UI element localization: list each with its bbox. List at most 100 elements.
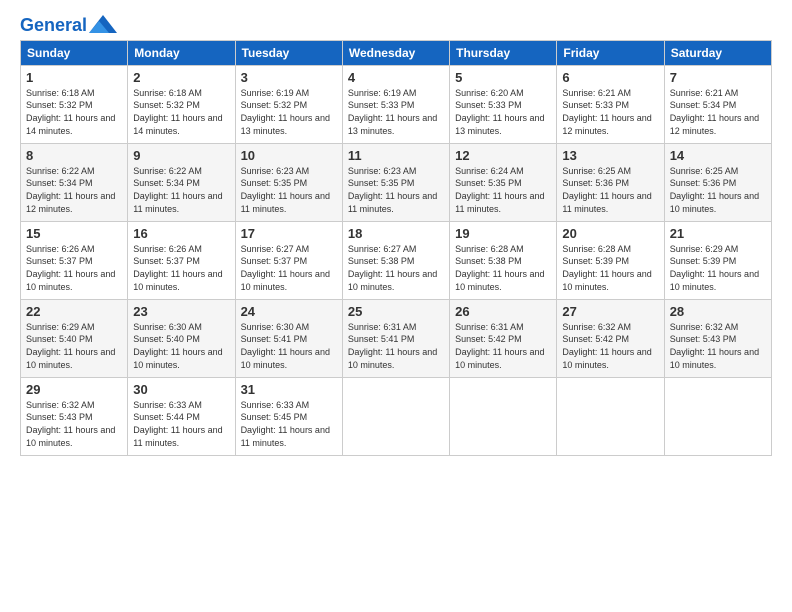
page: General SundayMondayTuesdayWednesdayThur… [0, 0, 792, 612]
day-number: 19 [455, 226, 551, 241]
calendar-week-row: 1Sunrise: 6:18 AMSunset: 5:32 PMDaylight… [21, 65, 772, 143]
day-number: 8 [26, 148, 122, 163]
calendar-cell: 20Sunrise: 6:28 AMSunset: 5:39 PMDayligh… [557, 221, 664, 299]
day-number: 29 [26, 382, 122, 397]
calendar-cell: 9 Sunrise: 6:22 AMSunset: 5:34 PMDaylight… [128, 143, 235, 221]
calendar-cell [342, 377, 449, 455]
calendar-cell: 24 Sunrise: 6:30 AMSunset: 5:41 PMDayligh… [235, 299, 342, 377]
calendar-week-row: 22 Sunrise: 6:29 AMSunset: 5:40 PMDayligh… [21, 299, 772, 377]
cell-text: Sunrise: 6:29 AMSunset: 5:39 PMDaylight:… [670, 244, 759, 292]
cell-text: Sunrise: 6:28 AMSunset: 5:38 PMDaylight:… [455, 244, 544, 292]
calendar-header-saturday: Saturday [664, 40, 771, 65]
calendar-cell: 26Sunrise: 6:31 AMSunset: 5:42 PMDayligh… [450, 299, 557, 377]
calendar-cell: 15 Sunrise: 6:26 AMSunset: 5:37 PMDayligh… [21, 221, 128, 299]
day-number: 3 [241, 70, 337, 85]
cell-text: Sunrise: 6:22 AMSunset: 5:34 PMDaylight:… [26, 166, 115, 214]
calendar-cell: 27 Sunrise: 6:32 AMSunset: 5:42 PMDayligh… [557, 299, 664, 377]
cell-text: Sunrise: 6:31 AMSunset: 5:42 PMDaylight:… [455, 322, 544, 370]
calendar-cell [664, 377, 771, 455]
cell-text: Sunrise: 6:33 AMSunset: 5:45 PMDaylight:… [241, 400, 330, 448]
calendar-cell: 19 Sunrise: 6:28 AMSunset: 5:38 PMDayligh… [450, 221, 557, 299]
calendar-header-wednesday: Wednesday [342, 40, 449, 65]
day-number: 23 [133, 304, 229, 319]
cell-text: Sunrise: 6:18 AMSunset: 5:32 PMDaylight:… [133, 88, 222, 136]
day-number: 27 [562, 304, 658, 319]
day-number: 10 [241, 148, 337, 163]
calendar-cell: 2 Sunrise: 6:18 AMSunset: 5:32 PMDaylight… [128, 65, 235, 143]
day-number: 6 [562, 70, 658, 85]
calendar-table: SundayMondayTuesdayWednesdayThursdayFrid… [20, 40, 772, 456]
day-number: 17 [241, 226, 337, 241]
calendar-week-row: 15 Sunrise: 6:26 AMSunset: 5:37 PMDayligh… [21, 221, 772, 299]
day-number: 9 [133, 148, 229, 163]
cell-text: Sunrise: 6:31 AMSunset: 5:41 PMDaylight:… [348, 322, 437, 370]
calendar-header-thursday: Thursday [450, 40, 557, 65]
cell-text: Sunrise: 6:27 AMSunset: 5:38 PMDaylight:… [348, 244, 437, 292]
cell-text: Sunrise: 6:23 AMSunset: 5:35 PMDaylight:… [348, 166, 437, 214]
calendar-week-row: 8 Sunrise: 6:22 AMSunset: 5:34 PMDaylight… [21, 143, 772, 221]
cell-text: Sunrise: 6:25 AMSunset: 5:36 PMDaylight:… [670, 166, 759, 214]
day-number: 2 [133, 70, 229, 85]
day-number: 15 [26, 226, 122, 241]
cell-text: Sunrise: 6:32 AMSunset: 5:43 PMDaylight:… [670, 322, 759, 370]
day-number: 25 [348, 304, 444, 319]
cell-text: Sunrise: 6:22 AMSunset: 5:34 PMDaylight:… [133, 166, 222, 214]
calendar-cell: 25 Sunrise: 6:31 AMSunset: 5:41 PMDayligh… [342, 299, 449, 377]
calendar-week-row: 29 Sunrise: 6:32 AMSunset: 5:43 PMDayligh… [21, 377, 772, 455]
calendar-cell: 30 Sunrise: 6:33 AMSunset: 5:44 PMDayligh… [128, 377, 235, 455]
calendar-header-row: SundayMondayTuesdayWednesdayThursdayFrid… [21, 40, 772, 65]
cell-text: Sunrise: 6:30 AMSunset: 5:41 PMDaylight:… [241, 322, 330, 370]
cell-text: Sunrise: 6:33 AMSunset: 5:44 PMDaylight:… [133, 400, 222, 448]
logo-icon [89, 15, 117, 33]
calendar-cell: 8 Sunrise: 6:22 AMSunset: 5:34 PMDaylight… [21, 143, 128, 221]
calendar-cell [557, 377, 664, 455]
calendar-header-friday: Friday [557, 40, 664, 65]
cell-text: Sunrise: 6:23 AMSunset: 5:35 PMDaylight:… [241, 166, 330, 214]
cell-text: Sunrise: 6:26 AMSunset: 5:37 PMDaylight:… [26, 244, 115, 292]
day-number: 24 [241, 304, 337, 319]
calendar-cell: 29 Sunrise: 6:32 AMSunset: 5:43 PMDayligh… [21, 377, 128, 455]
day-number: 11 [348, 148, 444, 163]
cell-text: Sunrise: 6:26 AMSunset: 5:37 PMDaylight:… [133, 244, 222, 292]
day-number: 18 [348, 226, 444, 241]
calendar-cell: 22 Sunrise: 6:29 AMSunset: 5:40 PMDayligh… [21, 299, 128, 377]
cell-text: Sunrise: 6:27 AMSunset: 5:37 PMDaylight:… [241, 244, 330, 292]
header: General [20, 16, 772, 32]
cell-text: Sunrise: 6:29 AMSunset: 5:40 PMDaylight:… [26, 322, 115, 370]
day-number: 7 [670, 70, 766, 85]
day-number: 16 [133, 226, 229, 241]
cell-text: Sunrise: 6:19 AMSunset: 5:32 PMDaylight:… [241, 88, 330, 136]
calendar-cell: 4 Sunrise: 6:19 AMSunset: 5:33 PMDaylight… [342, 65, 449, 143]
cell-text: Sunrise: 6:32 AMSunset: 5:43 PMDaylight:… [26, 400, 115, 448]
day-number: 13 [562, 148, 658, 163]
day-number: 14 [670, 148, 766, 163]
calendar-cell: 10 Sunrise: 6:23 AMSunset: 5:35 PMDayligh… [235, 143, 342, 221]
calendar-header-tuesday: Tuesday [235, 40, 342, 65]
cell-text: Sunrise: 6:18 AMSunset: 5:32 PMDaylight:… [26, 88, 115, 136]
day-number: 20 [562, 226, 658, 241]
cell-text: Sunrise: 6:21 AMSunset: 5:33 PMDaylight:… [562, 88, 651, 136]
calendar-cell: 31Sunrise: 6:33 AMSunset: 5:45 PMDayligh… [235, 377, 342, 455]
day-number: 5 [455, 70, 551, 85]
calendar-cell: 18 Sunrise: 6:27 AMSunset: 5:38 PMDayligh… [342, 221, 449, 299]
cell-text: Sunrise: 6:20 AMSunset: 5:33 PMDaylight:… [455, 88, 544, 136]
calendar-header-monday: Monday [128, 40, 235, 65]
day-number: 12 [455, 148, 551, 163]
cell-text: Sunrise: 6:21 AMSunset: 5:34 PMDaylight:… [670, 88, 759, 136]
calendar-cell: 5 Sunrise: 6:20 AMSunset: 5:33 PMDaylight… [450, 65, 557, 143]
day-number: 4 [348, 70, 444, 85]
calendar-cell: 14 Sunrise: 6:25 AMSunset: 5:36 PMDayligh… [664, 143, 771, 221]
cell-text: Sunrise: 6:32 AMSunset: 5:42 PMDaylight:… [562, 322, 651, 370]
logo-text: General [20, 16, 87, 36]
day-number: 21 [670, 226, 766, 241]
calendar-body: 1Sunrise: 6:18 AMSunset: 5:32 PMDaylight… [21, 65, 772, 455]
calendar-cell: 17 Sunrise: 6:27 AMSunset: 5:37 PMDayligh… [235, 221, 342, 299]
cell-text: Sunrise: 6:30 AMSunset: 5:40 PMDaylight:… [133, 322, 222, 370]
day-number: 28 [670, 304, 766, 319]
calendar-cell: 11 Sunrise: 6:23 AMSunset: 5:35 PMDayligh… [342, 143, 449, 221]
calendar-cell: 16 Sunrise: 6:26 AMSunset: 5:37 PMDayligh… [128, 221, 235, 299]
logo: General [20, 16, 117, 32]
day-number: 30 [133, 382, 229, 397]
cell-text: Sunrise: 6:19 AMSunset: 5:33 PMDaylight:… [348, 88, 437, 136]
day-number: 22 [26, 304, 122, 319]
